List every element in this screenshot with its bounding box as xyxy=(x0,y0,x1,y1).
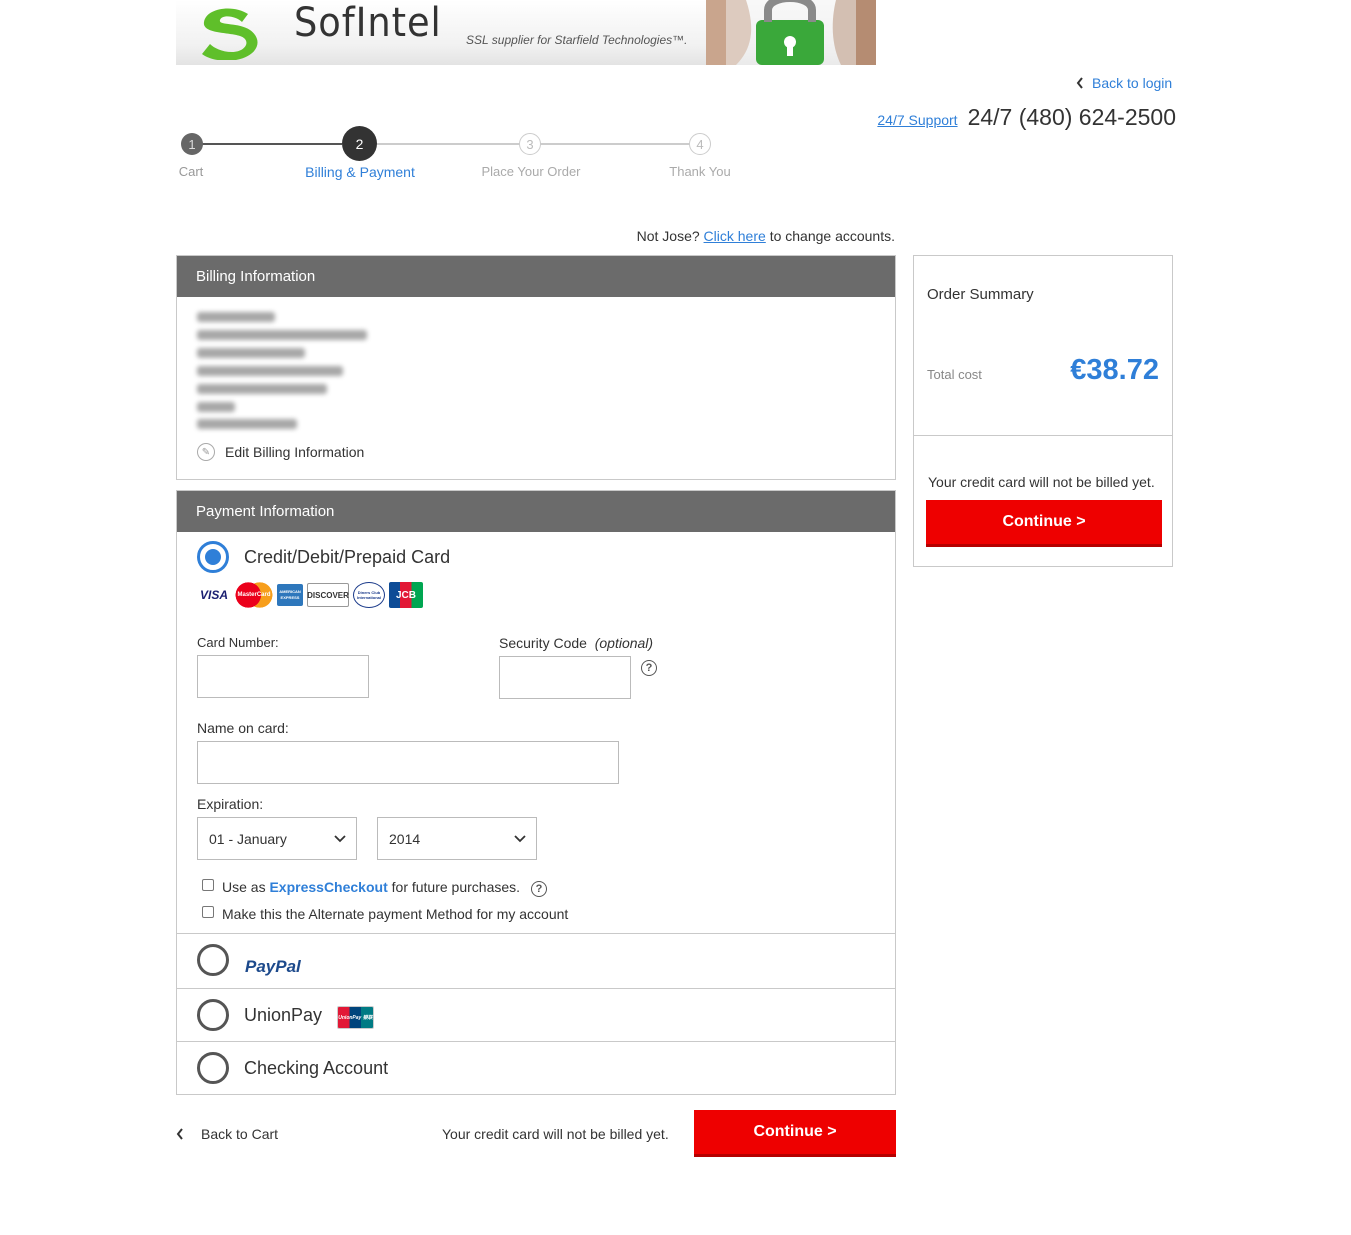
divider xyxy=(177,988,895,989)
payment-panel: Payment Information Credit/Debit/Prepaid… xyxy=(176,490,896,1095)
security-code-input[interactable] xyxy=(499,656,631,699)
security-code-optional: (optional) xyxy=(594,635,654,651)
total-cost-value: €38.72 xyxy=(1070,354,1159,386)
visa-logo-icon: VISA xyxy=(199,588,228,602)
support-phone: 24/7 (480) 624-2500 xyxy=(967,104,1176,130)
expiration-year-value: 2014 xyxy=(389,830,421,847)
order-summary-title: Order Summary xyxy=(927,286,1034,303)
back-to-cart-label[interactable]: Back to Cart xyxy=(201,1126,278,1142)
change-account-note: Not Jose? Click here to change accounts. xyxy=(637,228,895,244)
divider xyxy=(177,933,895,934)
card-option-label[interactable]: Credit/Debit/Prepaid Card xyxy=(244,547,450,568)
step-3-label: Place Your Order xyxy=(481,164,581,179)
step-3-circle: 3 xyxy=(519,133,541,155)
express-brand: ExpressCheckout xyxy=(269,879,388,895)
card-logos: VISA MasterCard AMERICAN EXPRESS DISCOVE… xyxy=(197,582,423,608)
name-on-card-label: Name on card: xyxy=(197,720,289,736)
summary-not-billed-note: Your credit card will not be billed yet. xyxy=(928,474,1155,490)
expiration-label: Expiration: xyxy=(197,796,264,812)
chevron-down-icon xyxy=(514,835,526,843)
billing-header: Billing Information xyxy=(177,256,895,297)
support-block: 24/7 Support 24/7 (480) 624-2500 xyxy=(877,104,1176,131)
redacted-address-1 xyxy=(197,348,305,358)
express-checkout-checkbox[interactable] xyxy=(202,879,214,891)
total-cost-label: Total cost xyxy=(927,367,982,382)
paypal-logo-icon[interactable]: PayPal xyxy=(245,957,301,977)
expiration-year-select[interactable]: 2014 xyxy=(377,817,537,860)
radio-unionpay[interactable] xyxy=(197,999,229,1031)
express-checkout-label[interactable]: Use as ExpressCheckout for future purcha… xyxy=(222,879,520,895)
step-2-circle: 2 xyxy=(342,126,377,161)
security-code-label: Security Code (optional) xyxy=(499,635,653,651)
step-1-label: Cart xyxy=(178,164,204,179)
padlock-person-image xyxy=(706,0,876,65)
chevron-left-icon xyxy=(176,1128,183,1140)
step-1-circle: 1 xyxy=(181,133,203,155)
expiration-month-value: 01 - January xyxy=(209,830,287,847)
card-number-input[interactable] xyxy=(197,655,369,698)
banner-brand: SofIntel xyxy=(294,0,442,46)
support-link[interactable]: 24/7 Support xyxy=(877,112,957,128)
banner-tagline: SSL supplier for Starfield Technologies™… xyxy=(466,33,688,47)
help-icon[interactable]: ? xyxy=(641,660,657,676)
step-2-label: Billing & Payment xyxy=(305,164,415,180)
divider xyxy=(177,1041,895,1042)
back-to-cart-link[interactable]: Back to Cart xyxy=(176,1126,278,1142)
payment-header: Payment Information xyxy=(177,491,895,532)
checking-option-label[interactable]: Checking Account xyxy=(244,1058,388,1079)
back-to-login-link[interactable]: Back to login xyxy=(1076,75,1172,91)
radio-checking[interactable] xyxy=(197,1052,229,1084)
jcb-logo-icon: JCB xyxy=(389,582,423,608)
redacted-country xyxy=(197,402,235,412)
redacted-phone xyxy=(197,419,297,429)
footer-not-billed-note: Your credit card will not be billed yet. xyxy=(442,1126,669,1142)
footer-continue-button[interactable]: Continue > xyxy=(694,1110,896,1157)
edit-billing-label[interactable]: Edit Billing Information xyxy=(225,444,364,460)
radio-paypal[interactable] xyxy=(197,944,229,976)
mastercard-logo-icon: MasterCard xyxy=(235,582,273,608)
chevron-down-icon xyxy=(334,835,346,843)
back-to-login-label[interactable]: Back to login xyxy=(1092,75,1172,91)
pencil-icon: ✎ xyxy=(197,443,215,461)
checkout-stepper: 1 2 3 4 Cart Billing & Payment Place You… xyxy=(176,124,776,194)
alternate-payment-label[interactable]: Make this the Alternate payment Method f… xyxy=(222,906,568,922)
name-on-card-input[interactable] xyxy=(197,741,619,784)
chevron-left-icon xyxy=(1076,77,1083,89)
redacted-city xyxy=(197,384,327,394)
expiration-month-select[interactable]: 01 - January xyxy=(197,817,357,860)
account-prefix: Not Jose? xyxy=(636,228,700,244)
express-suffix: for future purchases. xyxy=(391,879,521,895)
step-4-label: Thank You xyxy=(669,164,731,179)
diners-logo-icon: Diners Club International xyxy=(353,582,385,608)
edit-billing-link[interactable]: ✎ Edit Billing Information xyxy=(197,443,364,461)
banner-ad[interactable]: SofIntel SSL supplier for Starfield Tech… xyxy=(176,0,876,65)
order-summary: Order Summary Total cost €38.72 Your cre… xyxy=(913,255,1173,567)
step-line-done xyxy=(192,143,342,145)
divider xyxy=(914,435,1172,436)
unionpay-option-label[interactable]: UnionPay xyxy=(244,1005,322,1026)
amex-logo-icon: AMERICAN EXPRESS xyxy=(277,584,303,606)
security-code-text: Security Code xyxy=(499,635,587,651)
radio-card[interactable] xyxy=(197,541,229,573)
redacted-name xyxy=(197,312,275,322)
redacted-address-2 xyxy=(197,366,343,376)
summary-continue-button[interactable]: Continue > xyxy=(926,500,1162,547)
step-4-circle: 4 xyxy=(689,133,711,155)
card-number-label: Card Number: xyxy=(197,635,279,650)
redacted-email xyxy=(197,330,367,340)
unionpay-logo-icon: UnionPay 银联 xyxy=(337,1006,374,1029)
discover-logo-icon: DISCOVER xyxy=(307,583,349,607)
sofintel-logo-icon xyxy=(202,8,258,60)
alternate-payment-checkbox[interactable] xyxy=(202,906,214,918)
help-icon[interactable]: ? xyxy=(531,881,547,897)
account-suffix: to change accounts. xyxy=(769,228,895,244)
change-account-link[interactable]: Click here xyxy=(704,228,766,244)
express-prefix: Use as xyxy=(222,879,266,895)
billing-panel: Billing Information ✎ Edit Billing Infor… xyxy=(176,255,896,480)
